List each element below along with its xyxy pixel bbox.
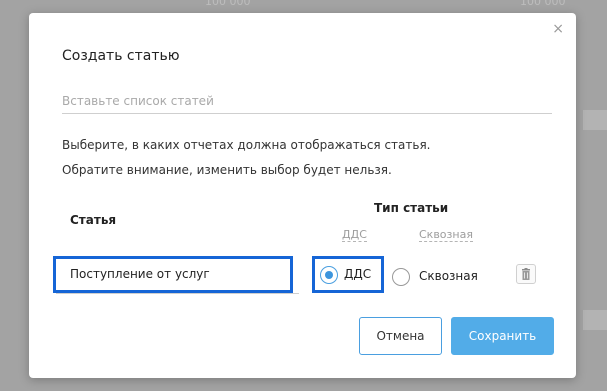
create-article-dialog: × Создать статью Выберите, в каких отчет…	[29, 13, 576, 378]
column-header-article: Статья	[70, 213, 117, 227]
info-text-line-2: Обратите внимание, изменить выбор будет …	[62, 163, 392, 177]
article-name-underline	[56, 293, 299, 294]
cancel-button[interactable]: Отмена	[359, 317, 442, 355]
trash-icon[interactable]	[516, 264, 536, 284]
through-radio[interactable]	[392, 268, 410, 286]
through-radio-label[interactable]: Сквозная	[419, 269, 478, 283]
dds-radio-label[interactable]: ДДС	[344, 267, 371, 281]
column-header-type: Тип статьи	[374, 201, 449, 215]
type-header-through: Сквозная	[419, 228, 473, 242]
type-header-dds: ДДС	[342, 228, 367, 242]
article-list-input[interactable]	[62, 89, 552, 114]
close-icon[interactable]: ×	[552, 21, 564, 37]
save-button[interactable]: Сохранить	[451, 317, 554, 355]
background-value: 100 000	[520, 0, 566, 8]
article-name-value: Поступление от услуг	[70, 267, 210, 281]
dialog-title: Создать статью	[62, 48, 180, 64]
info-text-line-1: Выберите, в каких отчетах должна отображ…	[62, 138, 431, 152]
background-row	[583, 110, 607, 130]
dds-radio[interactable]	[320, 266, 338, 284]
dds-option-highlight: ДДС	[312, 256, 384, 293]
background-value: 100 000	[205, 0, 251, 8]
background-row	[583, 310, 607, 330]
article-name-field[interactable]: Поступление от услуг	[53, 256, 293, 293]
